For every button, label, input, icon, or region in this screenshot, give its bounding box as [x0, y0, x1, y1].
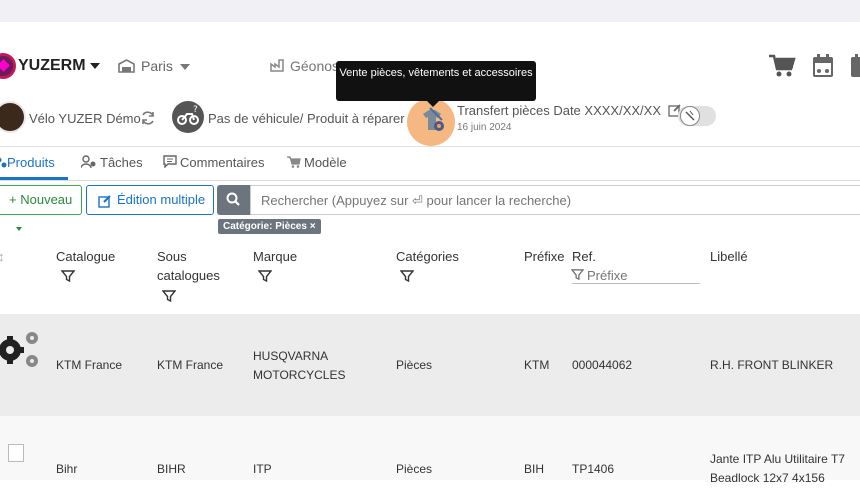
compass-icon: [685, 110, 695, 121]
refresh-button[interactable]: [140, 110, 156, 131]
tab-commentaires[interactable]: Commentaires: [163, 155, 265, 170]
tab-modele[interactable]: Modèle: [287, 155, 347, 170]
tab-label: Tâches: [100, 155, 143, 170]
active-tab-indicator: [0, 177, 68, 180]
cell-ref: TP1406: [572, 462, 615, 476]
search-icon: [226, 192, 240, 206]
transfer-date: 16 juin 2024: [457, 122, 512, 133]
geo-label: Géonos: [290, 58, 340, 74]
geo-selector[interactable]: Géonos: [270, 58, 339, 74]
cell-ref: 000044062: [572, 358, 633, 372]
calendar-icon: [851, 54, 860, 77]
sale-type-button[interactable]: [418, 106, 448, 141]
header-sous-catalogues-line1[interactable]: Sous: [157, 249, 187, 264]
cell-catalogue: Bihr: [56, 462, 78, 476]
header-sous-catalogues-line2[interactable]: catalogues: [157, 268, 220, 283]
chevron-down-icon: [179, 64, 190, 71]
header-categories[interactable]: Catégories: [396, 249, 459, 264]
cell-categorie: Pièces: [396, 358, 433, 372]
cell-libelle-line2: Beadlock 12x7 4x156: [710, 471, 825, 485]
header-libelle[interactable]: Libellé: [710, 249, 748, 264]
calendar-icon: [813, 54, 833, 77]
transfer-title[interactable]: Transfert pièces Date XXXX/XX/XX: [457, 103, 682, 118]
header-prefixe[interactable]: Préfixe: [524, 249, 564, 264]
factory-icon: [270, 59, 284, 72]
brand-menu[interactable]: YUZERM: [18, 57, 100, 75]
vehicle-label[interactable]: Pas de véhicule/ Produit à réparer: [208, 111, 405, 126]
city-selector[interactable]: Paris: [118, 58, 190, 74]
refresh-icon: [142, 111, 154, 125]
customer-name[interactable]: Vélo YUZER Démo: [29, 111, 141, 126]
filter-chip[interactable]: Catégorie: Pièces ×: [218, 219, 321, 234]
tooltip: Vente pièces, vêtements et accessoires: [336, 61, 536, 101]
ref-filter-input[interactable]: [572, 268, 700, 284]
cell-categorie: Pièces: [396, 462, 433, 476]
chevron-down-icon: [89, 62, 100, 69]
header-catalogue[interactable]: Catalogue: [56, 249, 115, 264]
cell-libelle-line1: Jante ITP Alu Utilitaire T7: [710, 452, 845, 466]
multi-edit-button[interactable]: Édition multiple: [86, 185, 214, 215]
cart-icon: [769, 54, 796, 77]
products-icon: [0, 157, 7, 168]
city-label: Paris: [141, 58, 173, 74]
building-icon: [118, 59, 135, 73]
toggle-knob[interactable]: [680, 106, 700, 126]
cell-catalogue: KTM France: [56, 358, 123, 372]
header-marque[interactable]: Marque: [253, 249, 297, 264]
transfer-title-text: Transfert pièces Date XXXX/XX/XX: [457, 103, 661, 118]
calendar-button[interactable]: [850, 54, 860, 83]
cell-prefixe: KTM: [524, 358, 550, 372]
shirt-gear-icon: [423, 107, 444, 131]
vehicle-avatar[interactable]: ?: [172, 101, 204, 133]
cell-marque: ITP: [253, 462, 272, 476]
calendar-moto-button[interactable]: [812, 54, 834, 83]
cart-icon: [287, 156, 301, 168]
edit-icon: [98, 195, 111, 208]
brand-name: YUZERM: [18, 57, 86, 74]
tab-label: Commentaires: [180, 155, 265, 170]
tab-taches[interactable]: Tâches: [80, 155, 143, 170]
cell-marque-line1: HUSQVARNA: [253, 349, 329, 363]
product-image: [8, 444, 24, 462]
top-strip: [0, 0, 860, 22]
tasks-icon: [80, 155, 96, 169]
tooltip-arrow: [427, 101, 439, 107]
cell-libelle: R.H. FRONT BLINKER: [710, 358, 834, 372]
cell-marque-line2: MOTORCYCLES: [253, 368, 346, 382]
search-input[interactable]: [250, 185, 860, 215]
header-ref[interactable]: Ref.: [572, 249, 596, 264]
gears-icon: [0, 332, 38, 367]
comment-icon: [163, 155, 177, 169]
svg-text:?: ?: [193, 105, 198, 115]
plus-icon: +: [9, 192, 21, 207]
filter-icon[interactable]: [61, 269, 75, 283]
filter-icon[interactable]: [400, 269, 414, 283]
cart-button[interactable]: [768, 54, 796, 83]
motorcycle-icon: ?: [177, 105, 199, 125]
search-button[interactable]: [217, 185, 250, 215]
filter-icon[interactable]: [162, 289, 176, 303]
header-sort-marker[interactable]: ↕: [0, 249, 5, 264]
new-button-label: Nouveau: [20, 192, 73, 207]
chevron-down-icon: [16, 226, 22, 231]
cell-sous-catalogue: KTM France: [157, 358, 224, 372]
tab-label: Modèle: [304, 155, 347, 170]
multi-edit-label: Édition multiple: [117, 192, 206, 207]
cell-sous-catalogue: BIHR: [157, 462, 186, 476]
tab-label: Produits: [7, 155, 55, 170]
filter-icon[interactable]: [258, 269, 272, 283]
tab-produits[interactable]: Produits: [0, 155, 55, 170]
cell-prefixe: BIH: [524, 462, 545, 476]
new-button[interactable]: + Nouveau: [0, 185, 82, 231]
